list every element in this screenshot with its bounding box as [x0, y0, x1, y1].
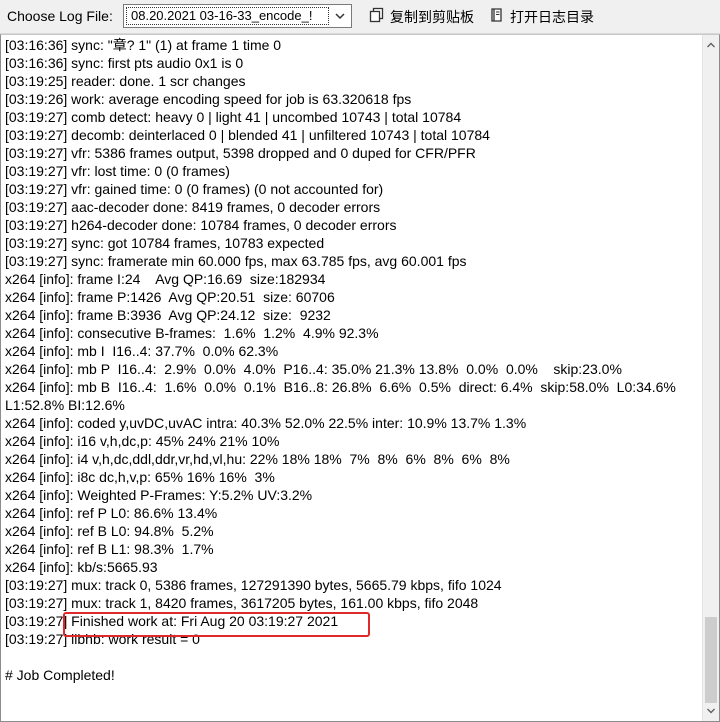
log-line: [03:19:27] aac-decoder done: 8419 frames… [5, 199, 381, 215]
log-line: [03:19:27] sync: framerate min 60.000 fp… [5, 253, 467, 269]
log-line: [03:19:27] h264-decoder done: 10784 fram… [5, 217, 397, 233]
toolbar: Choose Log File: 08.20.2021 03-16-33_enc… [0, 0, 720, 34]
log-line: [03:19:25] reader: done. 1 scr changes [5, 73, 246, 89]
log-line: [03:19:27] comb detect: heavy 0 | light … [5, 109, 462, 125]
log-line: x264 [info]: mb P I16..4: 2.9% 0.0% 4.0%… [5, 361, 622, 377]
scroll-up-icon[interactable] [706, 40, 716, 50]
log-line: [03:16:36] sync: first pts audio 0x1 is … [5, 55, 244, 71]
log-line: [03:19:27] Finished work at: Fri Aug 20 … [5, 613, 339, 629]
copy-to-clipboard-button[interactable]: 复制到剪贴板 [369, 5, 504, 27]
scroll-down-icon[interactable] [706, 706, 716, 716]
log-line: x264 [info]: i16 v,h,dc,p: 45% 24% 21% 1… [5, 433, 280, 449]
log-line: x264 [info]: i4 v,h,dc,ddl,ddr,vr,hd,vl,… [5, 451, 510, 467]
log-line: x264 [info]: ref B L1: 98.3% 1.7% [5, 541, 214, 557]
chevron-down-icon[interactable] [332, 8, 348, 24]
choose-log-file-label: Choose Log File: [7, 8, 113, 24]
log-line: x264 [info]: mb B I16..4: 1.6% 0.0% 0.1%… [5, 379, 676, 395]
copy-to-clipboard-label: 复制到剪贴板 [390, 9, 474, 25]
book-icon [491, 8, 502, 22]
log-line: [03:16:36] sync: "章? 1" (1) at frame 1 t… [5, 37, 282, 53]
open-log-directory-label: 打开日志目录 [510, 9, 594, 25]
log-line: # Job Completed! [5, 667, 115, 683]
log-line: [03:19:27] libhb: work result = 0 [5, 631, 200, 647]
log-line: [03:19:27] decomb: deinterlaced 0 | blen… [5, 127, 490, 143]
log-line: [03:19:27] vfr: gained time: 0 (0 frames… [5, 181, 384, 197]
copy-icon [369, 7, 384, 23]
log-line: [03:19:27] mux: track 1, 8420 frames, 36… [5, 595, 479, 611]
log-line: L1:52.8% BI:12.6% [5, 397, 125, 413]
log-line: x264 [info]: mb I I16..4: 37.7% 0.0% 62.… [5, 343, 279, 359]
log-lines: [03:16:36] sync: "章? 1" (1) at frame 1 t… [5, 36, 697, 684]
log-viewer[interactable]: [03:16:36] sync: "章? 1" (1) at frame 1 t… [0, 34, 720, 722]
log-line: x264 [info]: coded y,uvDC,uvAC intra: 40… [5, 415, 527, 431]
log-line: [03:19:27] mux: track 0, 5386 frames, 12… [5, 577, 502, 593]
log-line: x264 [info]: Weighted P-Frames: Y:5.2% U… [5, 487, 313, 503]
log-line: x264 [info]: frame I:24 Avg QP:16.69 siz… [5, 271, 326, 287]
log-line: x264 [info]: ref B L0: 94.8% 5.2% [5, 523, 214, 539]
log-line: [03:19:26] work: average encoding speed … [5, 91, 412, 107]
log-line: [03:19:27] sync: got 10784 frames, 10783… [5, 235, 325, 251]
vertical-scrollbar[interactable] [702, 35, 719, 721]
open-log-directory-button[interactable]: 打开日志目录 [489, 5, 614, 27]
log-line: x264 [info]: kb/s:5665.93 [5, 559, 158, 575]
log-line: x264 [info]: ref P L0: 86.6% 13.4% [5, 505, 218, 521]
log-line: x264 [info]: i8c dc,h,v,p: 65% 16% 16% 3… [5, 469, 275, 485]
log-line: x264 [info]: frame B:3936 Avg QP:24.12 s… [5, 307, 331, 323]
scrollbar-thumb[interactable] [705, 617, 717, 703]
log-line: [03:19:27] vfr: 5386 frames output, 5398… [5, 145, 476, 161]
log-file-select-value: 08.20.2021 03-16-33_encode_! [126, 7, 329, 25]
log-line: x264 [info]: consecutive B-frames: 1.6% … [5, 325, 379, 341]
log-line: x264 [info]: frame P:1426 Avg QP:20.51 s… [5, 289, 335, 305]
log-line: [03:19:27] vfr: lost time: 0 (0 frames) [5, 163, 230, 179]
log-file-select[interactable]: 08.20.2021 03-16-33_encode_! [123, 4, 352, 28]
